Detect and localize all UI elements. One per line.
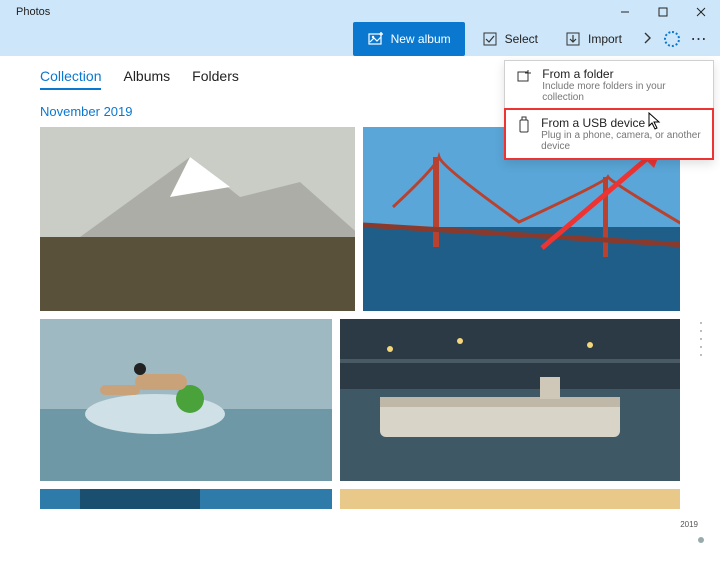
flyout-usb-sub: Plug in a phone, camera, or another devi… bbox=[541, 130, 702, 152]
import-flyout: From a folder Include more folders in yo… bbox=[504, 60, 714, 160]
select-label: Select bbox=[505, 32, 538, 46]
photo-thumbnail[interactable] bbox=[40, 127, 355, 311]
select-button[interactable]: Select bbox=[471, 24, 548, 54]
select-icon bbox=[481, 30, 499, 48]
import-from-usb[interactable]: From a USB device Plug in a phone, camer… bbox=[504, 108, 714, 160]
minimize-button[interactable] bbox=[606, 2, 644, 22]
annotation-arrow-icon bbox=[532, 148, 662, 258]
timeline-scrubber[interactable] bbox=[694, 134, 708, 543]
flyout-folder-sub: Include more folders in your collection bbox=[542, 81, 703, 103]
flyout-usb-title: From a USB device bbox=[541, 116, 702, 130]
photo-thumbnail[interactable] bbox=[40, 489, 332, 509]
sync-spinner-icon bbox=[664, 31, 680, 47]
new-album-button[interactable]: New album bbox=[353, 22, 465, 56]
more-button[interactable]: ⋯ bbox=[686, 29, 712, 49]
window-controls bbox=[606, 2, 720, 22]
mouse-cursor-icon bbox=[648, 112, 662, 130]
chevron-right-icon[interactable] bbox=[638, 31, 658, 47]
photo-thumbnail[interactable] bbox=[340, 489, 680, 509]
folder-add-icon bbox=[515, 67, 532, 85]
timeline-year: 2019 bbox=[680, 520, 698, 529]
toolbar: New album Select Import ⋯ bbox=[0, 22, 720, 56]
new-album-label: New album bbox=[391, 32, 451, 46]
tab-albums[interactable]: Albums bbox=[123, 68, 170, 90]
timeline-marker-icon bbox=[698, 537, 704, 543]
new-album-icon bbox=[367, 30, 385, 48]
close-button[interactable] bbox=[682, 2, 720, 22]
flyout-folder-title: From a folder bbox=[542, 67, 703, 81]
tab-collection[interactable]: Collection bbox=[40, 68, 101, 90]
import-icon bbox=[564, 30, 582, 48]
maximize-button[interactable] bbox=[644, 2, 682, 22]
import-label: Import bbox=[588, 32, 622, 46]
timeline-ticks bbox=[700, 322, 702, 356]
usb-device-icon bbox=[516, 116, 531, 134]
import-button[interactable]: Import bbox=[554, 24, 632, 54]
photo-thumbnail[interactable] bbox=[40, 319, 332, 481]
photo-thumbnail[interactable] bbox=[340, 319, 680, 481]
app-title: Photos bbox=[16, 6, 50, 18]
import-from-folder[interactable]: From a folder Include more folders in yo… bbox=[505, 61, 713, 109]
tab-folders[interactable]: Folders bbox=[192, 68, 239, 90]
